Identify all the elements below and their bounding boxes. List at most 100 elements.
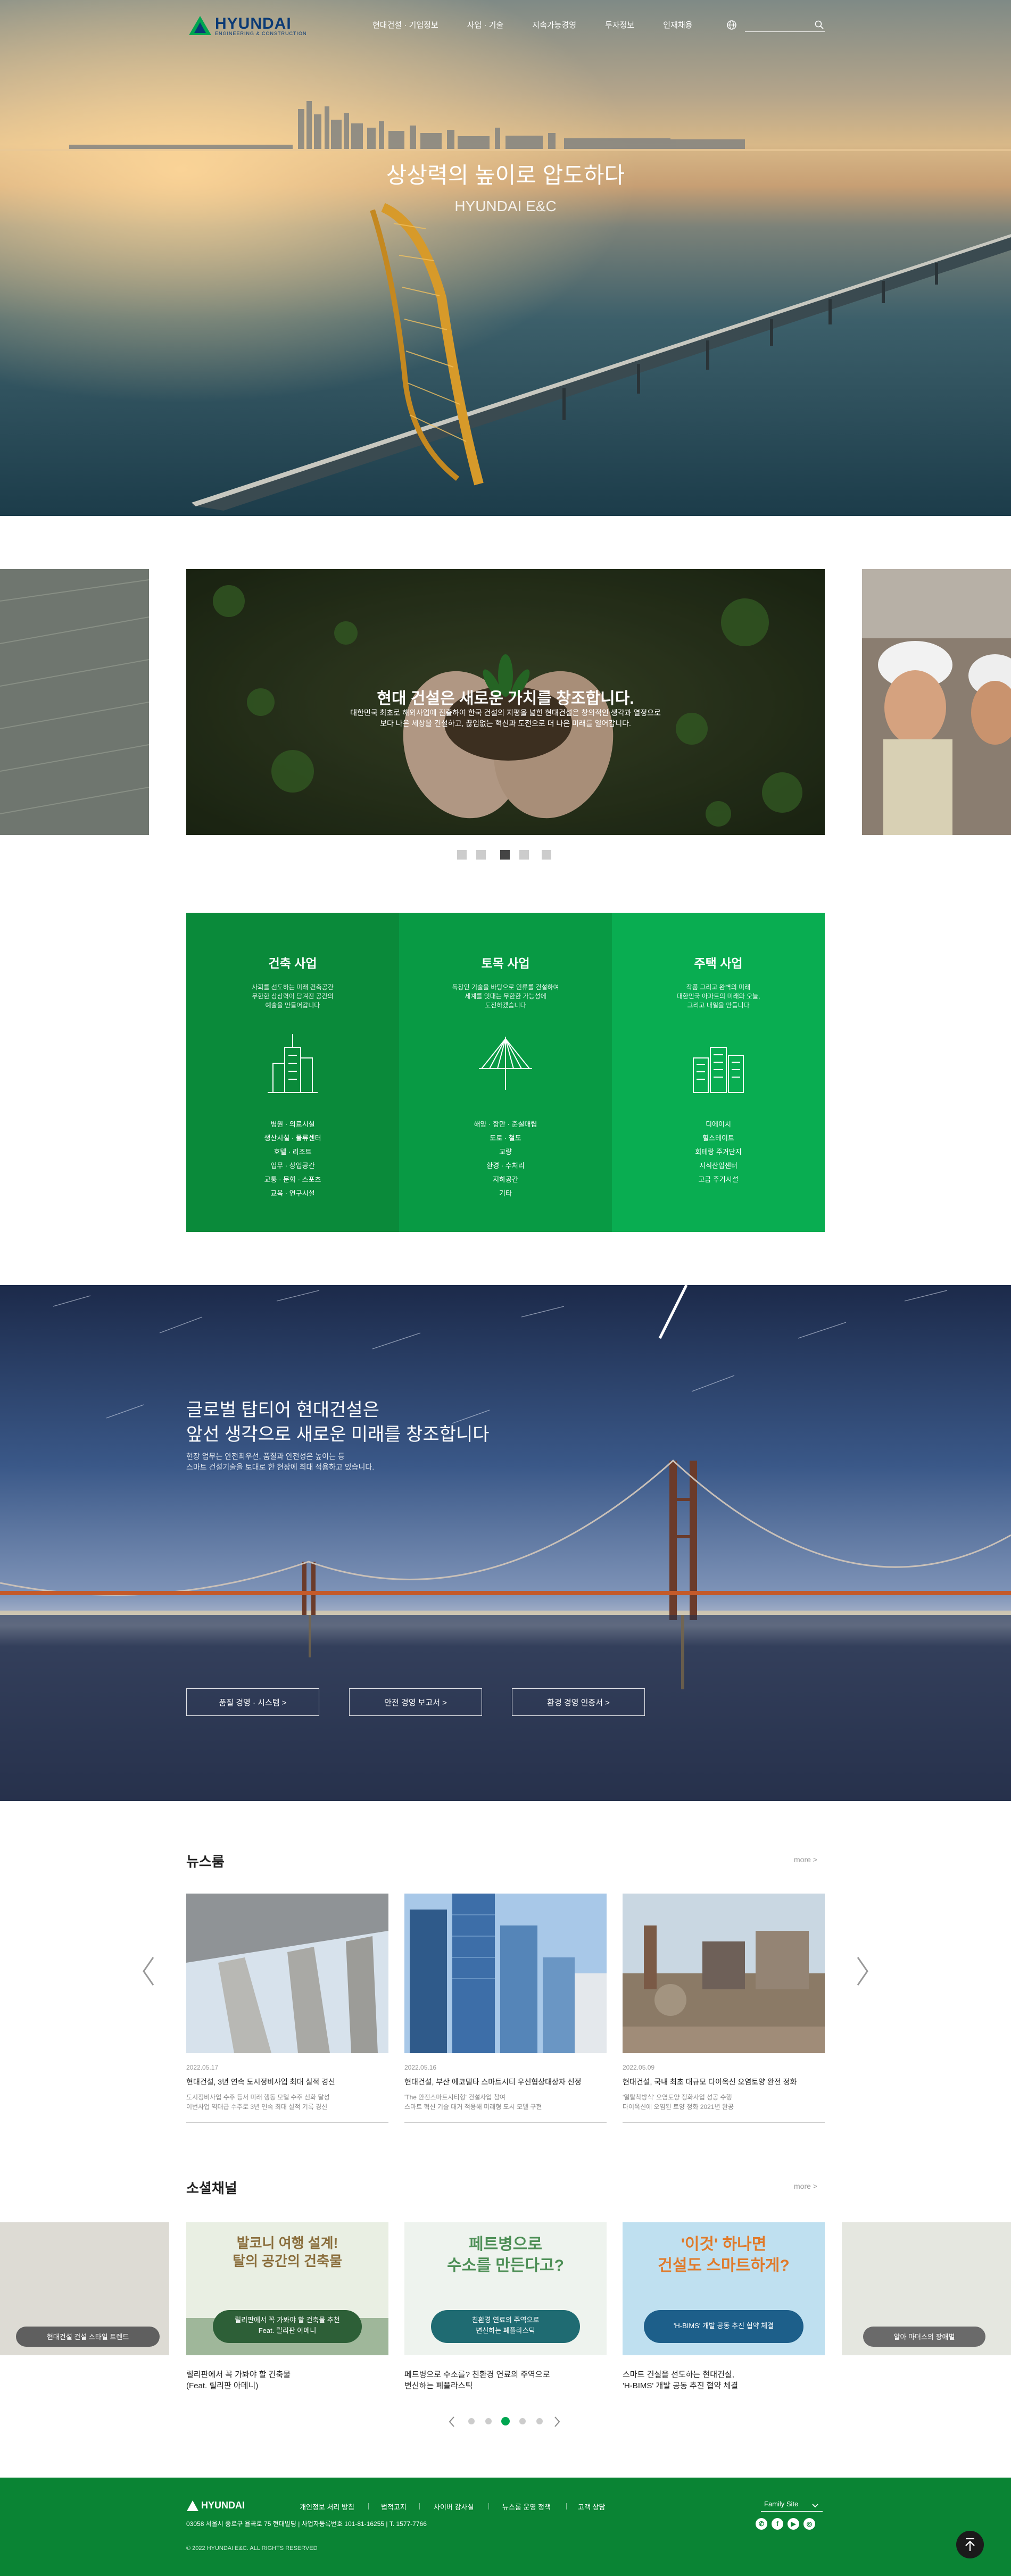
news-image xyxy=(623,1894,825,2053)
social-headline: 발코니 여행 설계! 탈의 공간의 건축물 xyxy=(233,2235,342,2269)
business-civil[interactable]: 토목 사업 독창인 기술을 바탕으로 인류를 건설하여 세계를 잇대는 무한한 … xyxy=(399,913,612,1232)
social-dot-4[interactable] xyxy=(519,2418,526,2424)
business-desc: 사회를 선도하는 미래 건축공간 무한한 상상력이 담겨진 공간의 예술을 만들… xyxy=(252,983,334,1009)
talk-icon[interactable]: ✆ xyxy=(756,2518,767,2530)
list-item[interactable]: 회테랑 주거단지 xyxy=(612,1145,825,1159)
news-card[interactable]: 2022.05.16 현대건설, 부산 에코델타 스마트시티 우선협상대상자 선… xyxy=(404,1894,607,2123)
news-card[interactable]: 2022.05.17 현대건설, 3년 연속 도시정비사업 최대 실적 경신 도… xyxy=(186,1894,388,2123)
logo-text[interactable]: HYUNDAI xyxy=(215,15,292,33)
carousel-dot-2[interactable] xyxy=(476,850,486,860)
news-summary: 'The 안전스마트시티형' 건설사업 참여 스마트 혁신 기술 대거 적용해 … xyxy=(404,2094,542,2111)
carousel-dot-3[interactable] xyxy=(500,850,510,860)
footer-link-newsroom-policy[interactable]: 뉴스룸 운영 정책 xyxy=(502,2502,551,2512)
arrow-up-icon xyxy=(965,2538,975,2551)
carousel-next-arrow-icon[interactable] xyxy=(838,695,853,727)
footer-link-audit[interactable]: 사이버 감사실 xyxy=(434,2502,474,2512)
footer-link-legal[interactable]: 법적고지 xyxy=(381,2502,407,2512)
nav-item-recruit[interactable]: 인재채용 xyxy=(663,19,692,30)
list-item[interactable]: 교량 xyxy=(399,1145,612,1159)
hero-subtitle: HYUNDAI E&C xyxy=(454,198,557,214)
chevron-down-icon[interactable] xyxy=(812,2503,818,2508)
list-item[interactable]: 지식산업센터 xyxy=(612,1159,825,1173)
facebook-icon[interactable]: f xyxy=(772,2518,783,2530)
social-caption[interactable]: 스마트 건설을 선도하는 현대건설, 'H-BIMS' 개발 공동 추진 협약 … xyxy=(623,2369,825,2391)
list-item[interactable]: 고급 주거시설 xyxy=(612,1173,825,1187)
social-image: '이것' 하나면 건설도 스마트하게? 'H-BIMS' 개발 공동 추진 협약… xyxy=(623,2222,825,2355)
carousel-dot-5[interactable] xyxy=(542,850,551,860)
list-item[interactable]: 디에이치 xyxy=(612,1118,825,1131)
social-caption[interactable]: 페트병으로 수소를? 친환경 연료의 주역으로 변신하는 폐플라스틱 xyxy=(404,2369,607,2391)
list-item[interactable]: 업무 · 상업공간 xyxy=(186,1159,399,1173)
footer-link-customer[interactable]: 고객 상담 xyxy=(578,2502,605,2512)
newsroom-more-link[interactable]: more > xyxy=(794,1855,817,1864)
news-prev-arrow-icon[interactable] xyxy=(140,1955,156,1987)
night-bridge-image xyxy=(0,1285,1011,1801)
footer-logo-icon[interactable] xyxy=(186,2500,199,2512)
business-housing[interactable]: 주택 사업 작품 그리고 완벽의 미래 대한민국 아파트의 미래와 오늘, 그리… xyxy=(612,913,825,1232)
list-item[interactable]: 도로 · 철도 xyxy=(399,1131,612,1145)
social-side-pill: 현대건설 건설 스타일 트렌드 xyxy=(46,2333,129,2341)
social-more-link[interactable]: more > xyxy=(794,2182,817,2190)
social-prev-arrow-icon[interactable] xyxy=(448,2416,455,2428)
list-item[interactable]: 생산시설 · 물류센터 xyxy=(186,1131,399,1145)
nav-item-ir[interactable]: 투자정보 xyxy=(605,19,634,30)
search-icon[interactable] xyxy=(814,20,825,30)
social-dot-2[interactable] xyxy=(485,2418,492,2424)
list-item[interactable]: 힐스테이트 xyxy=(612,1131,825,1145)
environment-cert-button[interactable]: 환경 경영 인증서 > xyxy=(512,1688,645,1716)
list-item[interactable]: 해양 · 항만 · 준설매립 xyxy=(399,1118,612,1131)
globe-icon[interactable] xyxy=(726,19,737,31)
carousel-prev-arrow-icon[interactable] xyxy=(158,695,173,727)
social-image: 페트병으로 수소를 만든다고? 친환경 연료의 주역으로 변신하는 폐플라스틱 xyxy=(404,2222,607,2355)
social-card[interactable]: 페트병으로 수소를 만든다고? 친환경 연료의 주역으로 변신하는 폐플라스틱 … xyxy=(404,2222,607,2391)
nav-item-business[interactable]: 사업 · 기술 xyxy=(467,19,504,30)
youtube-icon[interactable]: ▶ xyxy=(788,2518,799,2530)
social-headline: 페트병으로 수소를 만든다고? xyxy=(447,2236,564,2274)
news-title[interactable]: 현대건설, 3년 연속 도시정비사업 최대 실적 경신 xyxy=(186,2077,388,2087)
carousel-dot-1[interactable] xyxy=(457,850,467,860)
list-item[interactable]: 지하공간 xyxy=(399,1173,612,1187)
business-building[interactable]: 건축 사업 사회를 선도하는 미래 건축공간 무한한 상상력이 담겨진 공간의 … xyxy=(186,913,399,1232)
main-nav: 현대건설 · 기업정보 사업 · 기술 지속가능경영 투자정보 인재채용 xyxy=(372,19,721,30)
family-site-label: Family Site xyxy=(764,2500,799,2508)
footer-address: 03058 서울시 종로구 율곡로 75 현대빌딩 | 사업자등록번호 101-… xyxy=(186,2520,427,2528)
footer-logo-text[interactable]: HYUNDAI xyxy=(201,2500,245,2511)
news-next-arrow-icon[interactable] xyxy=(855,1955,871,1987)
search-input[interactable] xyxy=(745,18,825,32)
list-item[interactable]: 환경 · 수처리 xyxy=(399,1159,612,1173)
news-title[interactable]: 현대건설, 국내 최초 대규모 다이옥신 오염토양 완전 정화 xyxy=(623,2077,825,2087)
safety-report-button[interactable]: 안전 경영 보고서 > xyxy=(349,1688,482,1716)
social-pill-text: 릴리판에서 꼭 가봐야 할 건축물 추천 Feat. 릴리판 아메니 xyxy=(235,2316,340,2335)
news-card[interactable]: 2022.05.09 현대건설, 국내 최초 대규모 다이옥신 오염토양 완전 … xyxy=(623,1894,825,2123)
divider xyxy=(566,2503,567,2510)
social-caption[interactable]: 릴리판에서 꼭 가봐야 할 건축물 (Feat. 릴리판 아메니) xyxy=(186,2369,388,2391)
social-next-arrow-icon[interactable] xyxy=(553,2416,561,2428)
list-item[interactable]: 호텔 · 리조트 xyxy=(186,1145,399,1159)
scroll-top-button[interactable] xyxy=(956,2531,984,2558)
social-headline: '이것' 하나면 건설도 스마트하게? xyxy=(658,2236,790,2274)
global-desc: 현장 업무는 안전최우선, 품질과 안전성은 높이는 등 스마트 건설기술을 토… xyxy=(186,1452,375,1471)
list-item[interactable]: 교통 · 문화 · 스포츠 xyxy=(186,1173,399,1187)
list-item[interactable]: 병원 · 의료시설 xyxy=(186,1118,399,1131)
footer-copyright: © 2022 HYUNDAI E&C. ALL RIGHTS RESERVED xyxy=(186,2545,318,2552)
nav-item-company[interactable]: 현대건설 · 기업정보 xyxy=(372,19,438,30)
social-dot-5[interactable] xyxy=(536,2418,543,2424)
business-title: 주택 사업 xyxy=(694,956,743,970)
news-date: 2022.05.09 xyxy=(623,2064,655,2071)
instagram-icon[interactable]: ◎ xyxy=(803,2518,815,2530)
hyundai-logo-icon[interactable] xyxy=(188,15,212,36)
list-item[interactable]: 기타 xyxy=(399,1187,612,1201)
hero-title: 상상력의 높이로 압도하다 xyxy=(386,163,625,188)
nav-item-sustainability[interactable]: 지속가능경영 xyxy=(532,19,576,30)
grass-image xyxy=(0,569,149,835)
social-card[interactable]: '이것' 하나면 건설도 스마트하게? 'H-BIMS' 개발 공동 추진 협약… xyxy=(623,2222,825,2391)
social-dot-3[interactable] xyxy=(501,2417,510,2425)
social-dot-1[interactable] xyxy=(468,2418,475,2424)
news-title[interactable]: 현대건설, 부산 에코델타 스마트시티 우선협상대상자 선정 xyxy=(404,2077,607,2087)
social-card[interactable]: 발코니 여행 설계! 탈의 공간의 건축물 릴리판에서 꼭 가봐야 할 건축물 … xyxy=(186,2222,388,2391)
list-item[interactable]: 교육 · 연구시설 xyxy=(186,1187,399,1201)
business-title: 건축 사업 xyxy=(268,956,317,970)
footer-link-privacy[interactable]: 개인정보 처리 방침 xyxy=(300,2502,354,2512)
quality-management-button[interactable]: 품질 경영 · 시스템 > xyxy=(186,1688,319,1716)
carousel-dot-4[interactable] xyxy=(519,850,529,860)
